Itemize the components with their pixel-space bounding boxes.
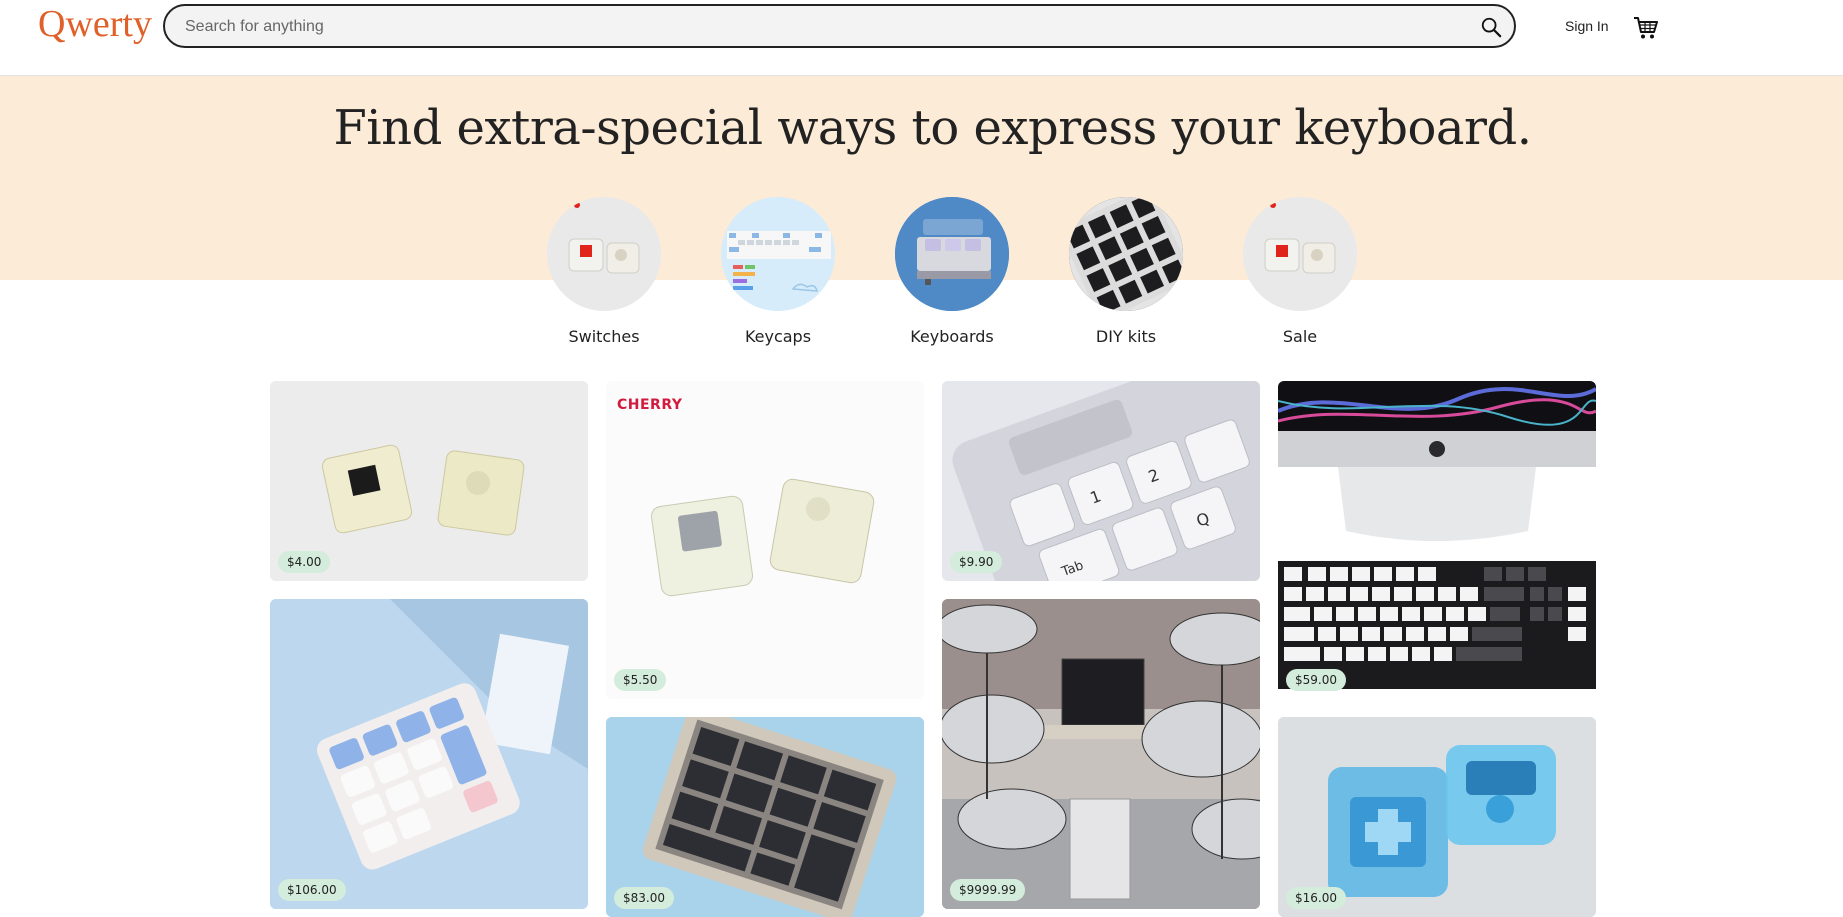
category-image[interactable] — [1243, 197, 1357, 311]
price-badge: $106.00 — [278, 879, 346, 901]
price-badge: $9999.99 — [950, 879, 1026, 901]
category-keycaps[interactable]: Keycaps — [720, 197, 836, 346]
hero-headline: Find extra-special ways to express your … — [333, 100, 1532, 156]
search-input[interactable] — [183, 6, 1437, 48]
keyboard-icon — [895, 197, 1009, 311]
cart-icon[interactable] — [1633, 15, 1659, 41]
category-image[interactable] — [721, 197, 835, 311]
search-bar[interactable] — [163, 4, 1516, 48]
product-card[interactable]: CHERRY $5.50 — [606, 381, 924, 699]
site-header: Qwerty Sign In — [0, 0, 1843, 76]
product-image[interactable] — [942, 599, 1260, 909]
price-badge: $5.50 — [614, 669, 667, 691]
product-card[interactable]: $16.00 — [1278, 717, 1596, 917]
keycaps-icon — [727, 231, 831, 292]
brand-logo: CHERRY — [617, 397, 683, 413]
product-card[interactable]: $106.00 — [270, 599, 588, 909]
product-card[interactable]: $83.00 — [606, 717, 924, 917]
category-diy-kits[interactable]: DIY kits — [1068, 197, 1184, 346]
category-image[interactable] — [547, 197, 661, 311]
category-image[interactable] — [1069, 197, 1183, 311]
site-logo[interactable]: Qwerty — [38, 2, 152, 46]
product-image[interactable] — [1278, 381, 1596, 699]
switch-icon — [568, 202, 640, 274]
product-card[interactable]: $4.00 — [270, 381, 588, 581]
product-card[interactable]: $9999.99 — [942, 599, 1260, 909]
product-card[interactable]: $59.00 — [1278, 381, 1596, 699]
product-card[interactable]: 1 2 Q Tab $9.90 — [942, 381, 1260, 581]
sale-switch-icon — [1264, 202, 1336, 274]
category-label[interactable]: Keyboards — [894, 327, 1010, 346]
price-badge: $4.00 — [278, 551, 331, 573]
category-label[interactable]: Keycaps — [720, 327, 836, 346]
category-label[interactable]: Sale — [1242, 327, 1358, 346]
category-sale[interactable]: Sale — [1242, 197, 1358, 346]
price-badge: $59.00 — [1286, 669, 1346, 691]
price-badge: $16.00 — [1286, 887, 1346, 909]
category-switches[interactable]: Switches — [546, 197, 662, 346]
diy-kit-icon — [1069, 197, 1183, 311]
sign-in-link[interactable]: Sign In — [1565, 18, 1609, 34]
price-badge: $9.90 — [950, 551, 1003, 573]
category-label[interactable]: Switches — [546, 327, 662, 346]
product-image[interactable] — [270, 599, 588, 909]
product-image[interactable] — [606, 381, 924, 699]
category-label[interactable]: DIY kits — [1068, 327, 1184, 346]
category-keyboards[interactable]: Keyboards — [894, 197, 1010, 346]
search-icon[interactable] — [1480, 16, 1502, 38]
category-image[interactable] — [895, 197, 1009, 311]
price-badge: $83.00 — [614, 887, 674, 909]
